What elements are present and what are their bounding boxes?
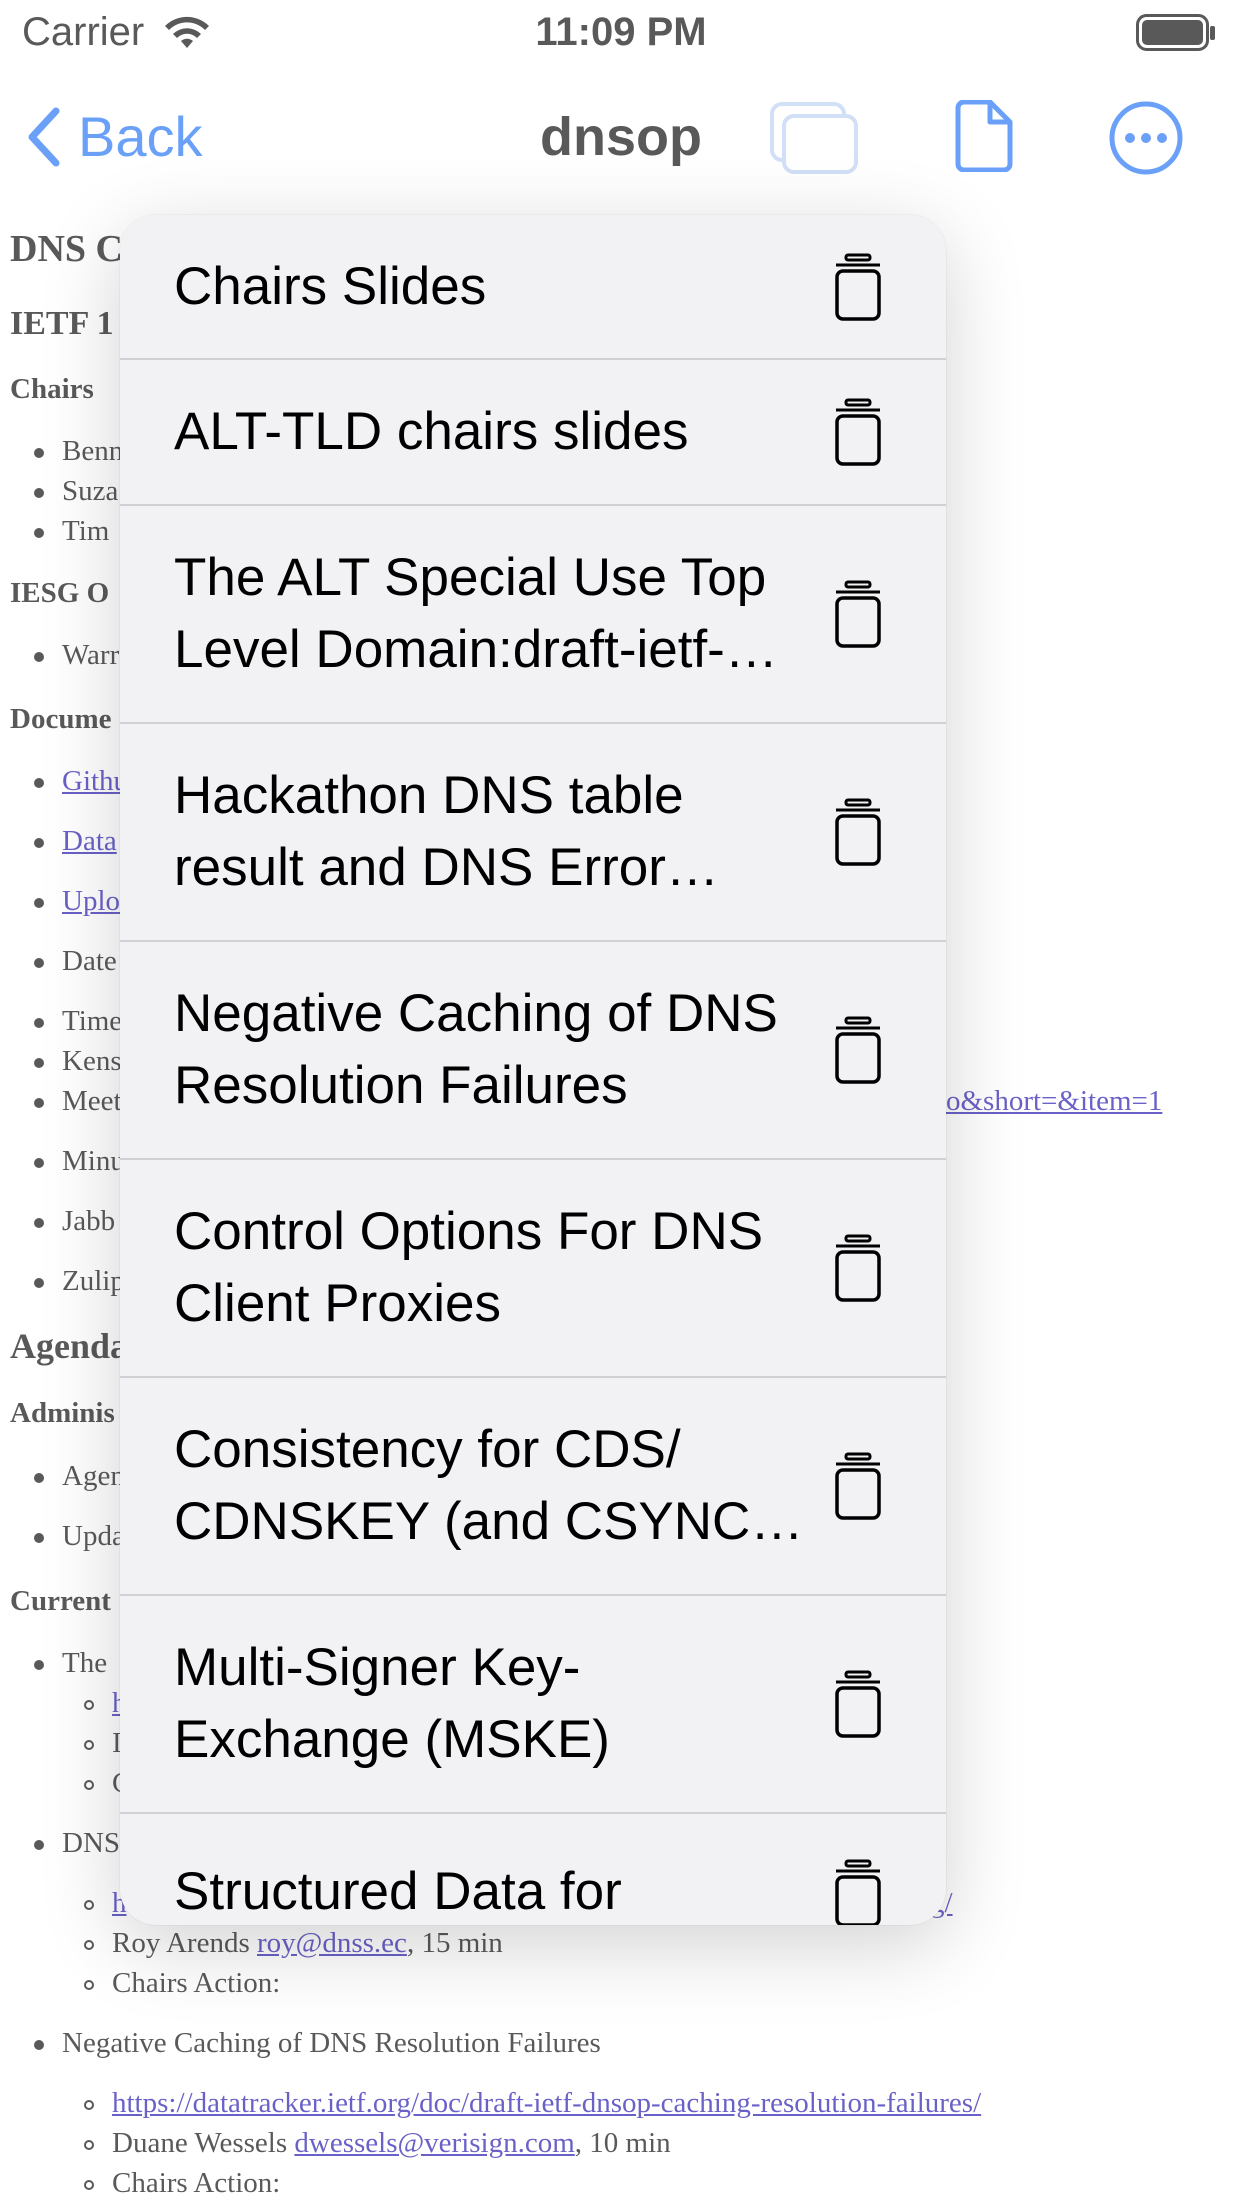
meetecho-link[interactable]: o&short=&item=1: [946, 1085, 1162, 1118]
draft-link[interactable]: https://datatracker.ietf.org/doc/draft-i…: [112, 2087, 981, 2119]
trash-icon: [830, 1857, 886, 1925]
list-item: Jabb: [34, 1205, 115, 1238]
navigation-bar: Back dnsop: [0, 70, 1242, 210]
document-icon[interactable]: [952, 99, 1016, 177]
trash-icon: [830, 396, 886, 473]
list-item: Upda: [34, 1520, 125, 1553]
documents-heading: Docume: [10, 703, 112, 735]
menu-item-label: Negative Caching of DNS Resolution Failu…: [174, 984, 778, 1115]
windows-icon[interactable]: [768, 100, 860, 181]
chairs-heading: Chairs: [10, 373, 94, 405]
menu-item[interactable]: ALT-TLD chairs slides: [120, 360, 946, 506]
iesg-heading: IESG O: [10, 577, 110, 609]
list-item: Uplo: [34, 885, 120, 918]
menu-item-label: Consistency for CDS/ CDNSKEY (and CSYNC)…: [174, 1420, 768, 1551]
slides-menu: Chairs Slides ALT-TLD chairs slides The …: [120, 215, 946, 1925]
list-item: Meet: [34, 1085, 122, 1118]
menu-item[interactable]: Negative Caching of DNS Resolution Failu…: [120, 942, 946, 1160]
sub-list-item: Chairs Action:: [84, 1967, 280, 2000]
menu-item-label: Structured Data for: [174, 1862, 622, 1921]
trash-icon: [830, 1450, 886, 1527]
list-item: Warr: [34, 639, 119, 672]
email-link[interactable]: dwessels@verisign.com: [294, 2127, 574, 2159]
current-heading: Current: [10, 1585, 111, 1617]
list-item: Agen: [34, 1460, 125, 1493]
menu-item-label: Hackathon DNS table result and DNS Error…: [174, 766, 684, 897]
menu-item-label: Control Options For DNS Client Proxies: [174, 1202, 764, 1333]
list-item: Githu: [34, 765, 128, 798]
trash-icon: [830, 1668, 886, 1745]
menu-item[interactable]: Consistency for CDS/ CDNSKEY (and CSYNC)…: [120, 1378, 946, 1596]
sub-list-item: Duane Wessels dwessels@verisign.com, 10 …: [84, 2127, 671, 2160]
menu-item-label: Chairs Slides: [174, 256, 487, 316]
trash-icon: [830, 796, 886, 873]
status-bar: Carrier 11:09 PM: [0, 0, 1242, 66]
clock: 11:09 PM: [535, 10, 707, 54]
menu-item-label: ALT-TLD chairs slides: [174, 402, 689, 461]
list-item: Kens: [34, 1045, 122, 1078]
trash-icon: [830, 578, 886, 655]
more-options-icon[interactable]: [1108, 100, 1184, 181]
list-item: Tim: [34, 515, 109, 548]
menu-item[interactable]: The ALT Special Use Top Level Domain:dra…: [120, 506, 946, 724]
upload-link[interactable]: Uplo: [62, 885, 120, 917]
page-title: dnsop: [540, 107, 702, 167]
menu-item-label: Multi-Signer Key-Exchange (MSKE): [174, 1638, 610, 1769]
github-link[interactable]: Githu: [62, 765, 128, 797]
trash-icon: [830, 1232, 886, 1309]
menu-item[interactable]: Chairs Slides: [120, 215, 946, 360]
list-item: Benn: [34, 435, 123, 468]
battery-icon: [1136, 14, 1216, 57]
administrivia-heading: Adminis: [10, 1397, 115, 1429]
list-item: DNS: [34, 1827, 120, 1860]
agenda-heading: Agenda: [10, 1326, 129, 1366]
menu-item-label: The ALT Special Use Top Level Domain:dra…: [174, 548, 767, 679]
sub-list-item: Roy Arends roy@dnss.ec, 15 min: [84, 1927, 503, 1960]
trash-icon: [830, 251, 886, 328]
meeting-heading: IETF 1: [10, 305, 114, 342]
sub-list-item: Chairs Action:: [84, 2167, 280, 2200]
list-item: Date: [34, 945, 117, 978]
sub-list-item: https://datatracker.ietf.org/doc/draft-i…: [84, 2087, 981, 2120]
list-item: Suza: [34, 475, 118, 508]
menu-item[interactable]: Multi-Signer Key-Exchange (MSKE): [120, 1596, 946, 1814]
list-item: Time: [34, 1005, 122, 1038]
page-heading: DNS C: [10, 228, 123, 270]
menu-item[interactable]: Structured Data for: [120, 1814, 946, 1925]
menu-item[interactable]: Hackathon DNS table result and DNS Error…: [120, 724, 946, 942]
list-item: Minu: [34, 1145, 125, 1178]
trash-icon: [830, 1014, 886, 1091]
list-item: The: [34, 1647, 107, 1680]
list-item: Data: [34, 825, 117, 858]
list-item: Zulip: [34, 1265, 125, 1298]
datatracker-link[interactable]: Data: [62, 825, 117, 857]
sub-list-item: I: [84, 1727, 122, 1760]
menu-item[interactable]: Control Options For DNS Client Proxies: [120, 1160, 946, 1378]
email-link[interactable]: roy@dnss.ec: [257, 1927, 407, 1959]
list-item: Negative Caching of DNS Resolution Failu…: [34, 2027, 601, 2060]
